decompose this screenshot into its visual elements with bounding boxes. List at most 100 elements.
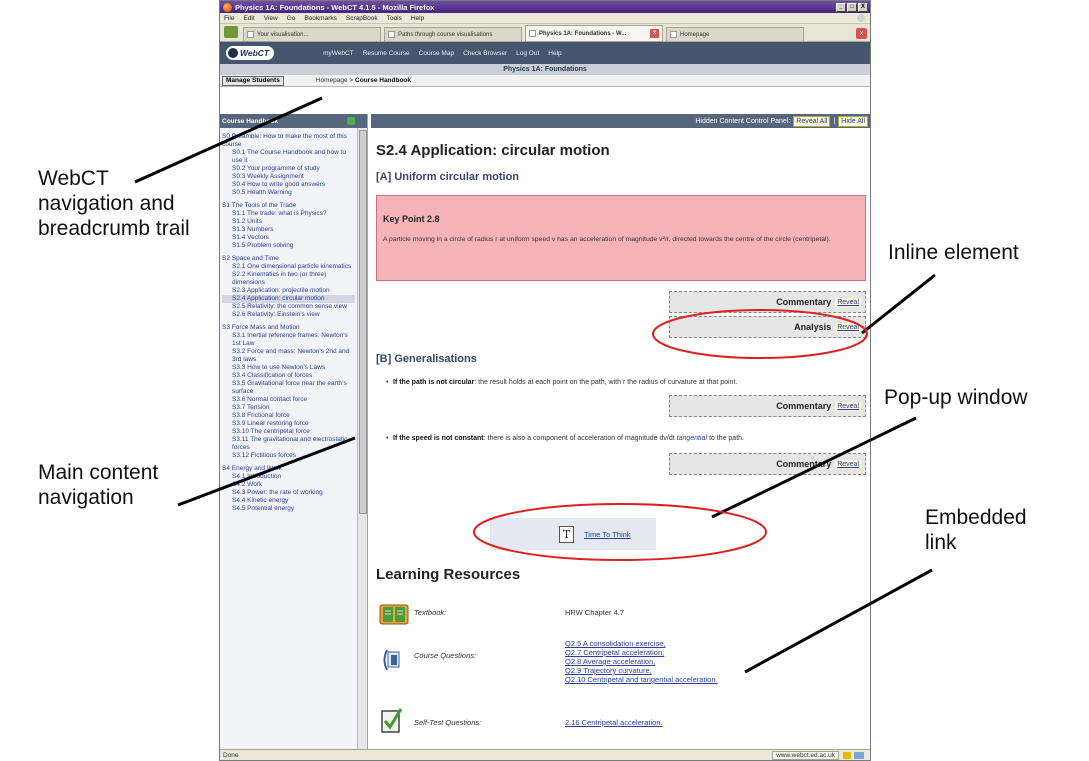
nav-section-title[interactable]: S1 The Tools of the Trade [222, 202, 355, 210]
commentary-box-3: Commentary Reveal [669, 453, 866, 475]
nav-item[interactable]: S0.3 Weekly Assignment [222, 173, 355, 181]
nav-section-title[interactable]: S0 Preamble: How to make the most of thi… [222, 133, 355, 149]
time-to-think-link[interactable]: Time To Think [584, 530, 631, 539]
course-question-link[interactable]: Q2.5 A consolidation exercise, [565, 639, 718, 648]
nav-heading: Course Handbook [220, 114, 367, 128]
nav-item[interactable]: S1.1 The trade: what is Physics? [222, 210, 355, 218]
menu-help[interactable]: Help [411, 15, 424, 22]
nav-item[interactable]: S3.12 Fictitious forces [222, 452, 355, 460]
reveal-link[interactable]: Reveal [835, 459, 861, 469]
nav-log-out[interactable]: Log Out [516, 50, 539, 57]
time-to-think-icon[interactable]: T [559, 525, 574, 543]
tab-label: Physics 1A: Foundations - W... [539, 30, 627, 37]
reveal-link[interactable]: Reveal [835, 401, 861, 411]
nav-item[interactable]: S1.4 Vectors [222, 234, 355, 242]
nav-item[interactable]: S0.4 How to write good answers [222, 181, 355, 189]
menu-tools[interactable]: Tools [387, 15, 402, 22]
course-question-link[interactable]: Q2.9 Trajectory curvature, [565, 666, 718, 675]
nav-gap [222, 319, 355, 323]
key-point-box: Key Point 2.8 A particle moving in a cir… [376, 195, 866, 281]
hide-all-button[interactable]: Hide All [838, 115, 868, 127]
nav-item[interactable]: S4.2 Work [222, 481, 355, 489]
nav-item[interactable]: S3.11 The gravitational and electrostati… [222, 436, 355, 452]
nav-item[interactable]: S2.1 One dimensional particle kinematics [222, 263, 355, 271]
nav-item[interactable]: S2.2 Kinematics in two (or three) dimens… [222, 271, 355, 287]
nav-section-title[interactable]: S4 Energy and Work [222, 465, 355, 473]
bullet-text: : the result holds at each point on the … [474, 379, 738, 386]
reveal-link[interactable]: Reveal [835, 322, 861, 332]
maximize-button[interactable]: □ [847, 2, 857, 12]
nav-item[interactable]: S3.1 Inertial reference frames: Newton's… [222, 332, 355, 348]
nav-item[interactable]: S3.4 Classification of forces [222, 372, 355, 380]
browser-window: Physics 1A: Foundations - WebCT 4.1.5 - … [219, 0, 871, 761]
close-button[interactable]: X [858, 2, 868, 12]
nav-section-title[interactable]: S3 Force Mass and Motion [222, 324, 355, 332]
nav-item[interactable]: S4.5 Potential energy [222, 505, 355, 513]
course-title: Physics 1A: Foundations [220, 64, 870, 75]
nav-item[interactable]: S3.9 Linear restoring force [222, 420, 355, 428]
menu-view[interactable]: View [264, 15, 278, 22]
nav-item[interactable]: S0.2 Your programme of study [222, 165, 355, 173]
commentary-label: Commentary [776, 401, 832, 411]
nav-item[interactable]: S0.5 Health Warning [222, 189, 355, 197]
tab-homepage[interactable]: Homepage [666, 27, 804, 41]
breadcrumb-home[interactable]: Homepage [316, 77, 348, 84]
tab-paths[interactable]: Paths through course visualisations [384, 27, 522, 41]
menu-edit[interactable]: Edit [243, 15, 254, 22]
nav-item[interactable]: S3.8 Frictional force [222, 412, 355, 420]
nav-resume-course[interactable]: Resume Course [363, 50, 410, 57]
nav-item[interactable]: S1.5 Problem solving [222, 242, 355, 250]
webct-logo[interactable]: WebCT [226, 46, 275, 60]
course-question-link[interactable]: Q2.10 Centripetal and tangential acceler… [565, 675, 718, 684]
tab-close-icon[interactable]: x [650, 29, 659, 38]
nav-item[interactable]: S2.6 Relativity: Einstein's view [222, 311, 355, 319]
nav-buttons-icon[interactable] [224, 26, 238, 38]
nav-item[interactable]: S4.1 Introduction [222, 473, 355, 481]
nav-item[interactable]: S4.3 Power: the rate of working [222, 489, 355, 497]
nav-item[interactable]: S3.3 How to use Newton's Laws [222, 364, 355, 372]
course-questions-label: Course Questions: [414, 651, 477, 660]
nav-item[interactable]: S3.7 Tension [222, 404, 355, 412]
analysis-box: Analysis Reveal [669, 316, 866, 338]
nav-item[interactable]: S2.3 Application: projectile motion [222, 287, 355, 295]
self-test-link[interactable]: 2.16 Centripetal acceleration. [565, 718, 663, 727]
nav-item[interactable]: S1.3 Numbers [222, 226, 355, 234]
nav-scrollbar-thumb[interactable] [359, 130, 367, 514]
nav-scrollbar[interactable] [357, 128, 367, 752]
tab-physics-1a[interactable]: Physics 1A: Foundations - W... x [525, 25, 663, 41]
menu-bookmarks[interactable]: Bookmarks [304, 15, 337, 22]
nav-item[interactable]: S3.6 Normal contact force [222, 396, 355, 404]
manage-students-button[interactable]: Manage Students [222, 75, 284, 86]
reveal-all-button[interactable]: Reveal All [793, 115, 831, 127]
commentary-box-2: Commentary Reveal [669, 395, 866, 417]
nav-item[interactable]: S2.5 Relativity: the common sense view [222, 303, 355, 311]
nav-mywebct[interactable]: myWebCT [323, 50, 354, 57]
nav-item[interactable]: S0.1 The Course Handbook and how to use … [222, 149, 355, 165]
nav-check-browser[interactable]: Check Browser [463, 50, 507, 57]
tangential-link[interactable]: tangential [677, 435, 707, 442]
refresh-icon[interactable] [347, 117, 355, 125]
nav-item[interactable]: S3.10 The centripetal force [222, 428, 355, 436]
tab-label: Your visualisation... [257, 31, 309, 38]
course-question-link[interactable]: Q2.7 Centripetal acceleration, [565, 648, 718, 657]
nav-item[interactable]: S3.2 Force and mass: Newton's 2nd and 3r… [222, 348, 355, 364]
nav-item[interactable]: S4.4 Kinetic energy [222, 497, 355, 505]
commentary-box-1: Commentary Reveal [669, 291, 866, 313]
nav-section-title[interactable]: S2 Space and Time [222, 255, 355, 263]
time-to-think-box: T Time To Think [490, 518, 656, 550]
close-tab-icon[interactable]: x [856, 28, 867, 39]
key-point-title: Key Point 2.8 [383, 214, 440, 224]
tab-your-visualisation[interactable]: Your visualisation... [243, 27, 381, 41]
nav-course-map[interactable]: Course Map [419, 50, 454, 57]
reveal-link[interactable]: Reveal [835, 297, 861, 307]
nav-help[interactable]: Help [548, 50, 561, 57]
menu-scrapbook[interactable]: ScrapBook [346, 15, 378, 22]
menu-file[interactable]: File [224, 15, 234, 22]
minimize-button[interactable]: _ [836, 2, 846, 12]
nav-item[interactable]: S3.5 Gravitational force near the earth'… [222, 380, 355, 396]
course-question-link[interactable]: Q2.8 Average acceleration, [565, 657, 718, 666]
breadcrumb-bar: Manage Students Homepage > Course Handbo… [220, 75, 870, 87]
nav-item[interactable]: S1.2 Units [222, 218, 355, 226]
menu-go[interactable]: Go [287, 15, 296, 22]
nav-item[interactable]: S2.4 Application: circular motion [222, 295, 355, 303]
